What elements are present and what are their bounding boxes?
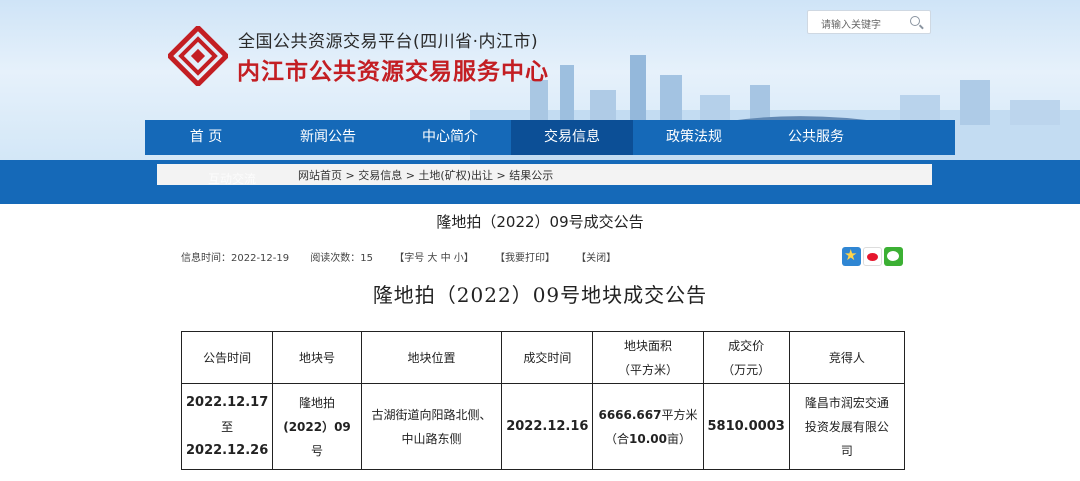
header-winner: 竞得人 <box>788 331 906 384</box>
breadcrumb[interactable]: 网站首页 > 交易信息 > 土地(矿权)出让 > 结果公示 <box>298 167 553 183</box>
deal-result-table: 公告时间 地块号 地块位置 成交时间 地块面积 （平方米） 成交价 （万元） 竞… <box>180 331 906 470</box>
read-count: 阅读次数：15 <box>310 253 374 264</box>
search-placeholder: 请输入关键字 <box>821 20 881 31</box>
nav-item-public-service[interactable]: 公共服务 <box>755 120 877 155</box>
header-plot-no: 地块号 <box>272 331 362 384</box>
cell-winner: 隆昌市润宏交通 投资发展有限公 司 <box>788 383 906 470</box>
area-mu-suffix: 亩） <box>666 431 691 446</box>
nav-item-news[interactable]: 新闻公告 <box>267 120 389 155</box>
header-notice-time: 公告时间 <box>180 331 274 384</box>
cell-price: 5810.0003 <box>702 383 790 470</box>
area-line-2: （合10.00亩） <box>597 427 698 451</box>
header-area: 地块面积 （平方米） <box>592 331 704 384</box>
area-value: 6666.667 <box>598 407 662 422</box>
nav-item-home[interactable]: 首 页 <box>145 120 267 155</box>
article-meta: 信息时间：2022-12-19 阅读次数：15 【字号 大 中 小】 【我要打印… <box>181 249 634 264</box>
plot-no-line-1: 隆地拍 <box>299 395 336 410</box>
nav-item-policy[interactable]: 政策法规 <box>633 120 755 155</box>
cell-notice-time: 2022.12.17 至 2022.12.26 <box>180 383 274 470</box>
info-time: 信息时间：2022-12-19 <box>181 253 290 264</box>
header-price-label: 成交价 <box>728 338 765 353</box>
cell-location: 古湖街道向阳路北侧、 中山路东侧 <box>360 383 503 470</box>
area-unit: 平方米 <box>661 407 698 422</box>
site-title: 内江市公共资源交易服务中心 <box>237 59 549 85</box>
winner-line-2: 投资发展有限公 <box>804 419 889 434</box>
print-link[interactable]: 【我要打印】 <box>495 253 555 264</box>
header-area-label: 地块面积 <box>623 338 672 353</box>
font-size-control[interactable]: 【字号 大 中 小】 <box>394 253 474 264</box>
location-line-2: 中山路东侧 <box>401 431 462 446</box>
table-row: 2022.12.17 至 2022.12.26 隆地拍 (2022）09 号 古… <box>180 383 906 470</box>
site-logo-icon <box>168 26 228 86</box>
notice-end: 2022.12.26 <box>186 442 269 458</box>
share-bar <box>842 246 903 266</box>
notice-to: 至 <box>221 419 234 434</box>
table-header-row: 公告时间 地块号 地块位置 成交时间 地块面积 （平方米） 成交价 （万元） 竞… <box>180 331 906 384</box>
location-line-1: 古湖街道向阳路北侧、 <box>371 407 492 422</box>
search-icon[interactable] <box>910 16 920 26</box>
close-link[interactable]: 【关闭】 <box>576 253 616 264</box>
area-mu-value: 10.00 <box>629 431 667 446</box>
page-title: 隆地拍（2022）09号成交公告 <box>436 213 644 231</box>
notice-start: 2022.12.17 <box>186 394 269 410</box>
cell-deal-time: 2022.12.16 <box>501 383 594 470</box>
main-nav: 首 页 新闻公告 中心简介 交易信息 政策法规 公共服务 <box>145 120 955 155</box>
cell-area: 6666.667平方米 （合10.00亩） <box>592 383 704 470</box>
share-weibo-icon[interactable] <box>863 247 882 266</box>
winner-line-3: 司 <box>840 443 853 458</box>
document-title: 隆地拍（2022）09号地块成交公告 <box>372 283 708 307</box>
cell-plot-no: 隆地拍 (2022）09 号 <box>272 383 362 470</box>
winner-line-1: 隆昌市润宏交通 <box>804 395 889 410</box>
area-line-1: 6666.667平方米 <box>597 403 698 427</box>
nav-item-interaction[interactable]: 互动交流 <box>208 170 256 187</box>
share-favorite-icon[interactable] <box>842 246 861 266</box>
platform-name: 全国公共资源交易平台(四川省·内江市) <box>238 32 539 52</box>
share-wechat-icon[interactable] <box>884 247 903 266</box>
header-area-unit: （平方米） <box>617 362 678 377</box>
header-deal-time: 成交时间 <box>501 331 594 384</box>
header-location: 地块位置 <box>360 331 503 384</box>
search-input[interactable]: 请输入关键字 <box>807 10 931 34</box>
nav-item-about[interactable]: 中心简介 <box>389 120 511 155</box>
plot-no-line-3: 号 <box>311 443 324 458</box>
nav-item-trade-info[interactable]: 交易信息 <box>511 120 633 155</box>
plot-no-line-2: (2022）09 <box>283 419 351 434</box>
header-price-unit: （万元） <box>722 362 771 377</box>
header-price: 成交价 （万元） <box>702 331 790 384</box>
area-mu-prefix: （合 <box>604 431 629 446</box>
